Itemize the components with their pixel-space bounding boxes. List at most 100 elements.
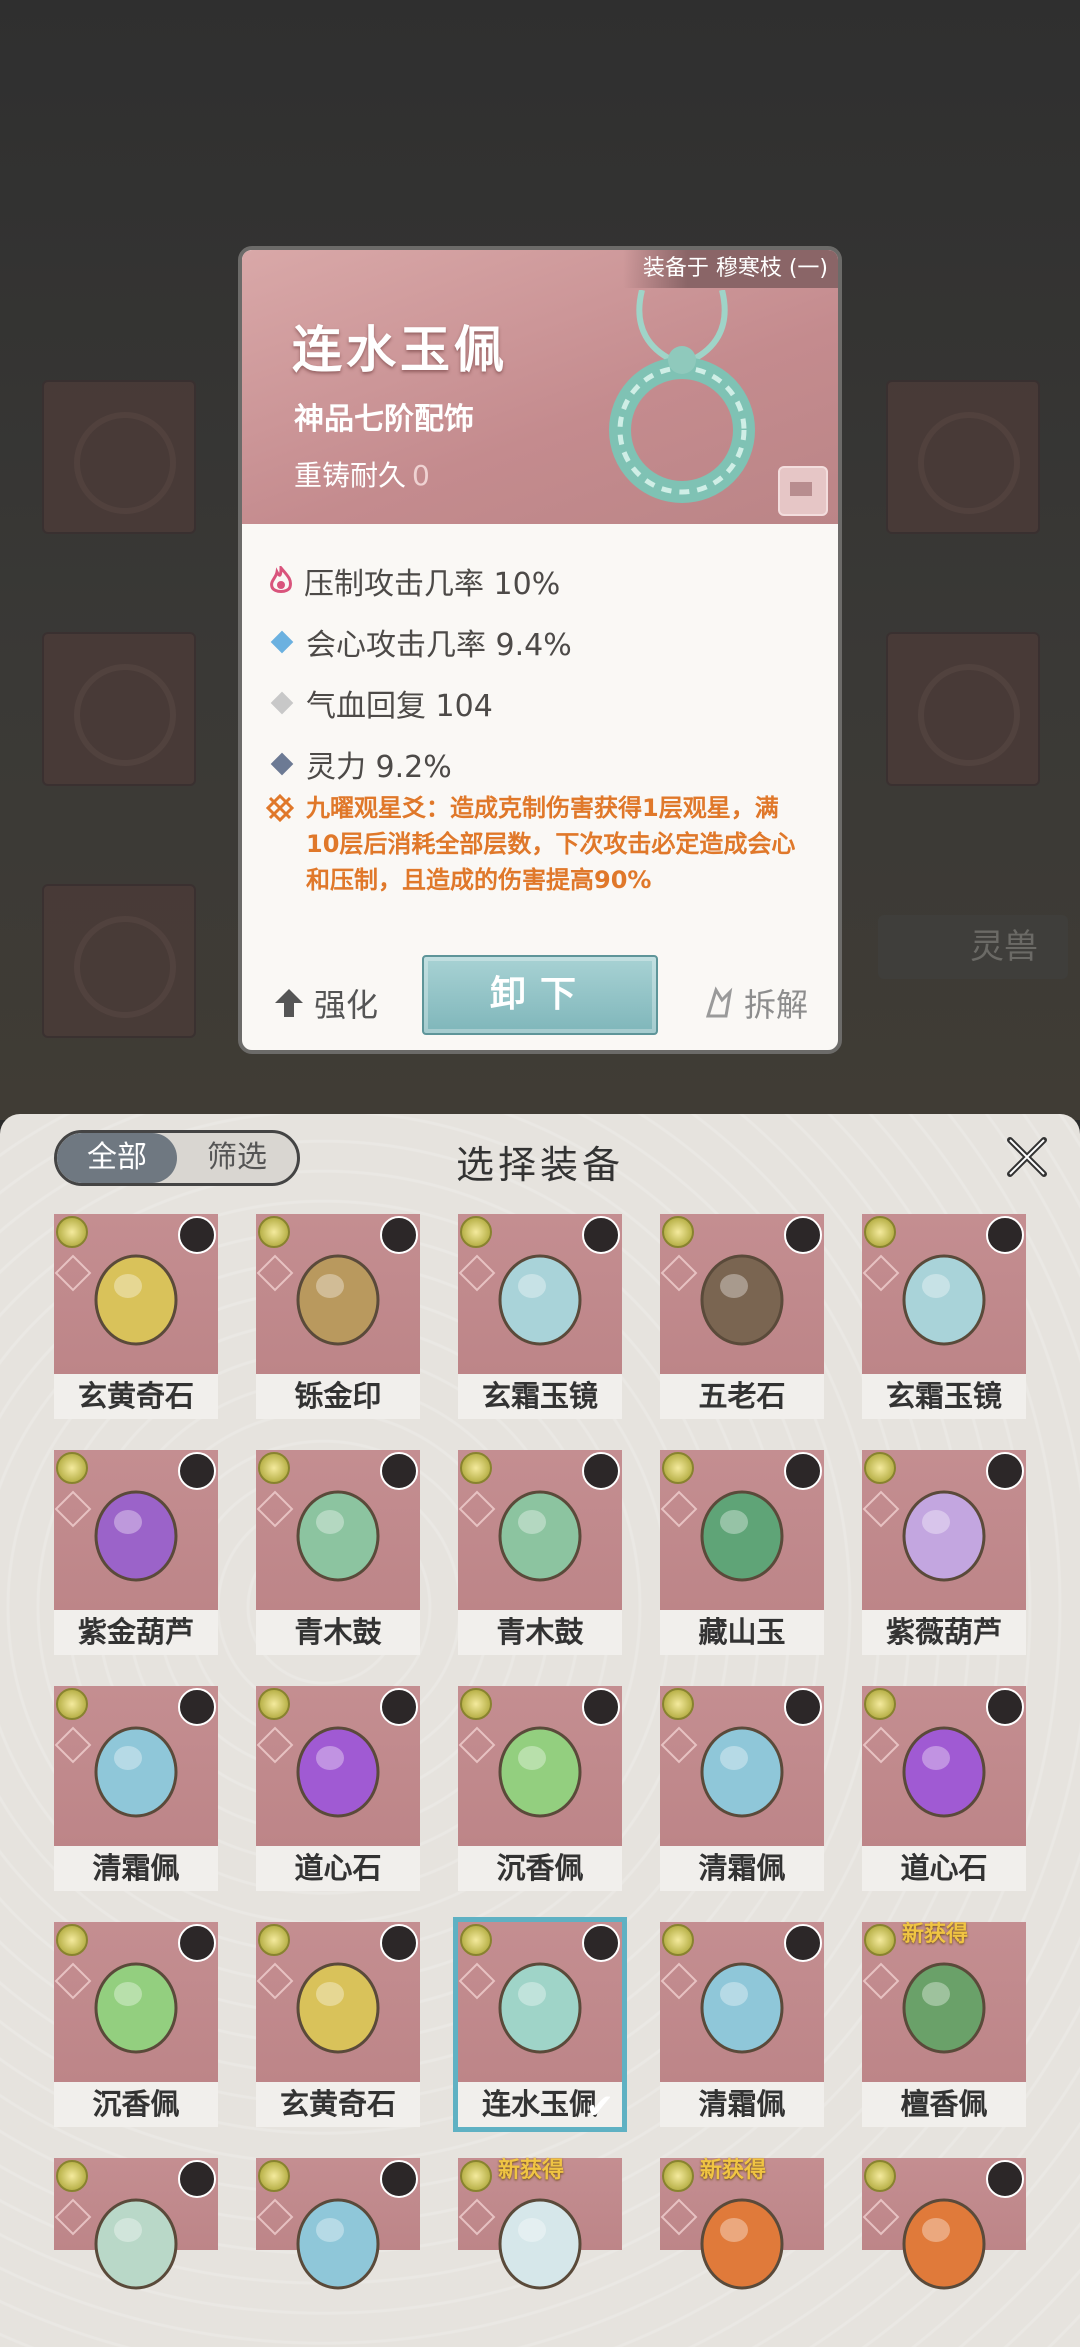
equipment-cell[interactable]: 青木鼓 — [256, 1450, 420, 1655]
item-art-icon — [94, 1490, 178, 1582]
stat-list: 压制攻击几率 10% 会心攻击几率 9.4% 气血回复 104 灵力 9.2% — [266, 550, 572, 794]
grade-badge-icon — [258, 1924, 290, 1956]
item-name-label: 青木鼓 — [458, 1610, 622, 1655]
character-avatar — [986, 1452, 1024, 1490]
item-art-icon — [498, 2198, 582, 2290]
grade-badge-icon — [460, 1216, 492, 1248]
equipment-cell[interactable]: 新获得 檀香佩 — [862, 1922, 1026, 2127]
equipment-cell[interactable]: 新获得 — [458, 2158, 622, 2290]
special-effect: 九曜观星爻：造成克制伤害获得1层观星，满10层后消耗全部层数，下次攻击必定造成会… — [266, 790, 806, 898]
item-art-icon — [94, 1962, 178, 2054]
equipment-cell[interactable]: 紫薇葫芦 — [862, 1450, 1026, 1655]
equipment-cell[interactable]: 道心石 — [862, 1686, 1026, 1891]
character-avatar — [380, 1216, 418, 1254]
item-art-icon — [700, 2198, 784, 2290]
item-art-icon — [700, 1490, 784, 1582]
effect-text: 九曜观星爻：造成克制伤害获得1层观星，满10层后消耗全部层数，下次攻击必定造成会… — [306, 794, 796, 894]
item-name-label: 玄黄奇石 — [54, 1374, 218, 1419]
item-art-icon — [700, 1254, 784, 1346]
close-icon[interactable] — [1004, 1134, 1050, 1180]
grade-badge-icon — [460, 1924, 492, 1956]
item-name-label: 青木鼓 — [256, 1610, 420, 1655]
equipment-cell[interactable]: 沉香佩 — [54, 1922, 218, 2127]
bg-equip-slot — [42, 380, 196, 534]
item-art-icon — [902, 1726, 986, 1818]
strengthen-button[interactable]: 强化 — [272, 980, 378, 1026]
character-avatar — [178, 2160, 216, 2198]
equipment-cell[interactable]: 铄金印 — [256, 1214, 420, 1419]
character-avatar — [784, 1924, 822, 1962]
equipment-cell[interactable]: 玄霜玉镜 — [862, 1214, 1026, 1419]
grade-badge-icon — [56, 1924, 88, 1956]
diamond-icon — [270, 752, 294, 775]
character-avatar — [784, 1688, 822, 1726]
equipment-cell[interactable] — [256, 2158, 420, 2290]
equipment-cell[interactable]: 连水玉佩 ✔ — [453, 1917, 627, 2132]
item-art-icon — [296, 1726, 380, 1818]
dismantle-label: 拆解 — [743, 986, 808, 1024]
item-art-icon — [700, 1962, 784, 2054]
item-name-label: 道心石 — [256, 1846, 420, 1891]
character-avatar — [380, 1452, 418, 1490]
equipment-cell[interactable]: 青木鼓 — [458, 1450, 622, 1655]
character-avatar — [582, 1688, 620, 1726]
stat-text: 气血回复 104 — [306, 688, 493, 724]
unequip-button[interactable]: 卸下 — [422, 955, 658, 1035]
item-name-label: 道心石 — [862, 1846, 1026, 1891]
equipment-cell[interactable]: 玄霜玉镜 — [458, 1214, 622, 1419]
grade-badge-icon — [258, 1688, 290, 1720]
dismantle-button[interactable]: 拆解 — [702, 980, 808, 1026]
diamond-icon — [270, 630, 294, 653]
equipment-cell[interactable]: 道心石 — [256, 1686, 420, 1891]
panel-title: 选择装备 — [455, 1143, 624, 1187]
grade-badge-icon — [258, 2160, 290, 2192]
grade-badge-icon — [56, 1452, 88, 1484]
item-name-label: 铄金印 — [256, 1374, 420, 1419]
item-art-icon — [902, 2198, 986, 2290]
card-header: 装备于 穆寒枝 (一) 连水玉佩 神品七阶配饰 重铸耐久 0 — [242, 250, 838, 524]
star-pattern-icon — [266, 794, 294, 822]
equipment-cell[interactable]: 五老石 — [660, 1214, 824, 1419]
item-art-icon — [296, 1254, 380, 1346]
item-art-icon — [700, 1726, 784, 1818]
equipment-cell[interactable]: 藏山玉 — [660, 1450, 824, 1655]
jade-pendant-icon — [609, 290, 755, 503]
item-art-icon — [94, 1254, 178, 1346]
item-name-label: 檀香佩 — [862, 2082, 1026, 2127]
spirit-beast-tab: 灵兽 — [878, 915, 1068, 979]
item-art-icon — [296, 2198, 380, 2290]
stat-text: 会心攻击几率 9.4% — [306, 627, 572, 663]
equipment-cell[interactable]: 清霜佩 — [54, 1686, 218, 1891]
lock-button[interactable] — [778, 466, 828, 516]
grade-badge-icon — [258, 1452, 290, 1484]
equipment-cell[interactable] — [862, 2158, 1026, 2290]
item-name-label: 玄黄奇石 — [256, 2082, 420, 2127]
flame-icon — [270, 565, 292, 593]
item-art-icon — [94, 1726, 178, 1818]
character-avatar — [582, 1452, 620, 1490]
equipment-cell[interactable]: 新获得 — [660, 2158, 824, 2290]
equipment-cell[interactable]: 紫金葫芦 — [54, 1450, 218, 1655]
item-art-icon — [498, 1490, 582, 1582]
equipment-cell[interactable] — [54, 2158, 218, 2290]
stat-row: 会心攻击几率 9.4% — [266, 611, 572, 672]
item-art-icon — [498, 1962, 582, 2054]
character-avatar — [380, 1924, 418, 1962]
equipment-cell[interactable]: 清霜佩 — [660, 1922, 824, 2127]
grade-badge-icon — [258, 1216, 290, 1248]
equipment-cell[interactable]: 清霜佩 — [660, 1686, 824, 1891]
stat-row: 压制攻击几率 10% — [266, 550, 572, 611]
durability-value: 0 — [412, 459, 430, 492]
character-avatar — [986, 1688, 1024, 1726]
equipment-cell[interactable]: 玄黄奇石 — [54, 1214, 218, 1419]
equipment-cell[interactable]: 玄黄奇石 — [256, 1922, 420, 2127]
grade-badge-icon — [864, 1452, 896, 1484]
grade-badge-icon — [864, 1688, 896, 1720]
arrow-up-icon — [275, 989, 303, 1017]
new-item-badge: 新获得 — [498, 2158, 565, 2183]
equipment-cell[interactable]: 沉香佩 — [458, 1686, 622, 1891]
card-actions: 强化 卸下 拆解 — [242, 940, 838, 1050]
item-art-icon — [902, 1962, 986, 2054]
item-name-label: 玄霜玉镜 — [862, 1374, 1026, 1419]
item-name-label: 清霜佩 — [660, 1846, 824, 1891]
